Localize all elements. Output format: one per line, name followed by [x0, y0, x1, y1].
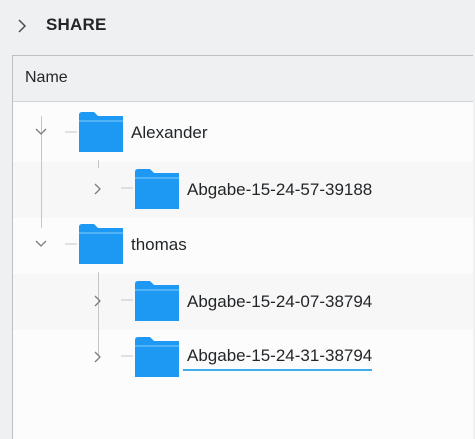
folder-icon	[135, 337, 179, 377]
tree-row-abgabe-57[interactable]: Abgabe-15-24-57-39188	[13, 162, 473, 218]
folder-icon	[135, 281, 179, 321]
tree-row-abgabe-07[interactable]: Abgabe-15-24-07-38794	[13, 274, 473, 330]
chevron-down-icon[interactable]	[34, 125, 48, 139]
tree-item-label[interactable]: thomas	[131, 235, 187, 255]
chevron-down-icon[interactable]	[34, 237, 48, 251]
tree-row-thomas[interactable]: thomas	[13, 218, 473, 274]
chevron-right-icon[interactable]	[13, 17, 31, 35]
tree-row-abgabe-31[interactable]: Abgabe-15-24-31-38794	[13, 330, 473, 386]
file-tree-view[interactable]: Name Alexander Abgabe-15-24-57-39188 tho…	[12, 55, 473, 439]
breadcrumb[interactable]: SHARE	[0, 0, 475, 52]
chevron-right-icon[interactable]	[91, 294, 105, 308]
tree-row-alexander[interactable]: Alexander	[13, 106, 473, 162]
tree-item-label[interactable]: Alexander	[131, 123, 208, 143]
chevron-right-icon[interactable]	[91, 350, 105, 364]
folder-icon	[135, 169, 179, 209]
tree-item-label[interactable]: Abgabe-15-24-31-38794	[183, 346, 373, 371]
folder-icon	[79, 112, 123, 152]
chevron-right-icon[interactable]	[91, 182, 105, 196]
tree-item-label[interactable]: Abgabe-15-24-57-39188	[187, 180, 372, 200]
breadcrumb-label[interactable]: SHARE	[46, 15, 107, 35]
tree-item-label[interactable]: Abgabe-15-24-07-38794	[187, 292, 372, 312]
folder-icon	[79, 224, 123, 264]
